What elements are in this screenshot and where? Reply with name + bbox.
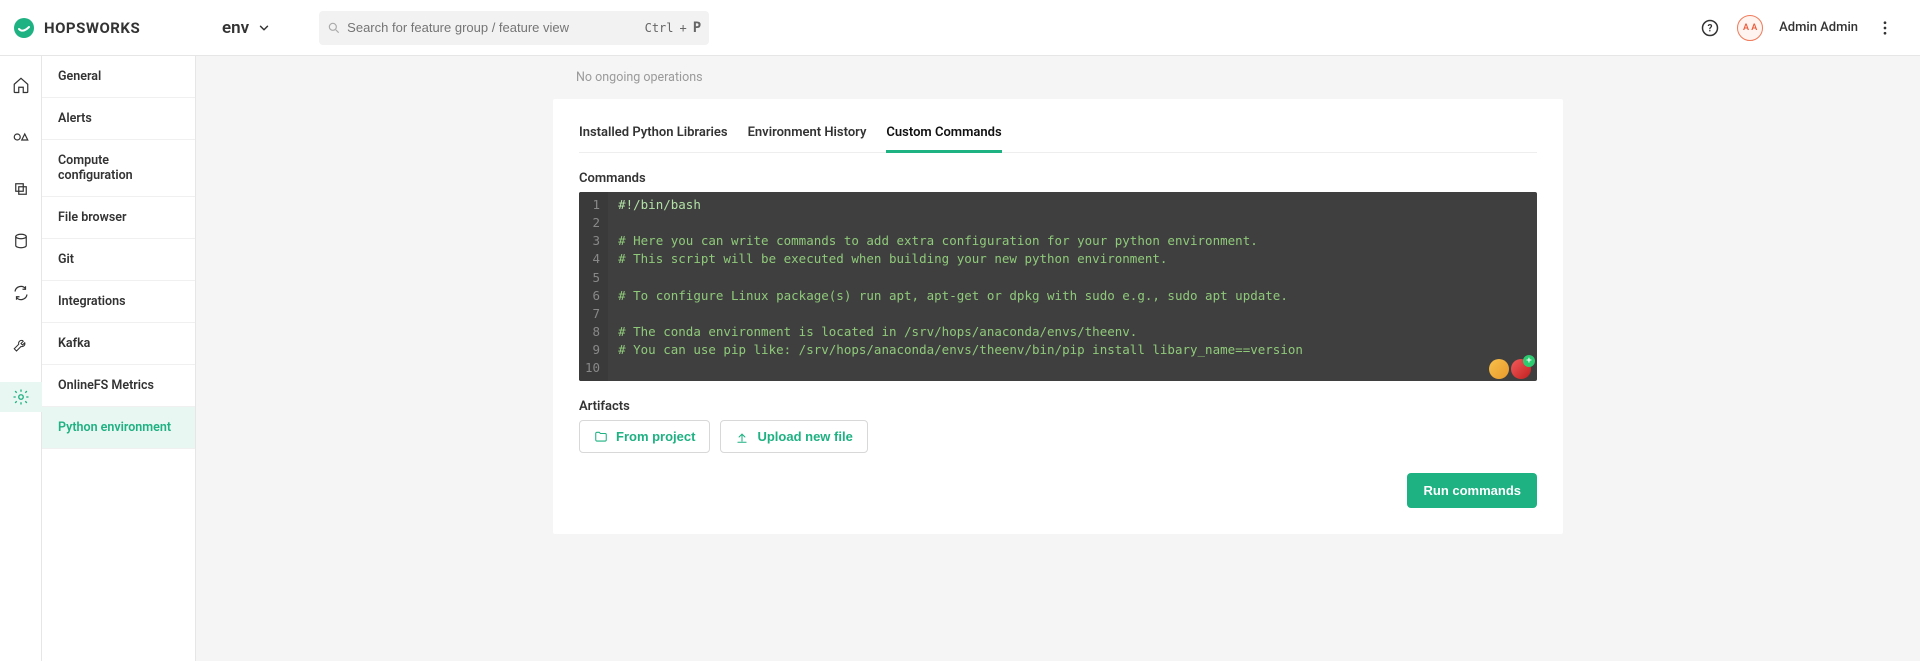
app-header: HOPSWORKS env Ctrl + P ? A A Admin Admin <box>0 0 1920 56</box>
main-content: No ongoing operations Installed Python L… <box>196 56 1920 661</box>
hopsworks-logo-icon <box>12 16 36 40</box>
help-icon[interactable]: ? <box>1699 17 1721 39</box>
sidebar-item-general[interactable]: General <box>42 56 195 98</box>
rail-database-icon[interactable] <box>0 226 42 256</box>
sidebar: General Alerts Compute configuration Fil… <box>42 56 196 661</box>
search-icon <box>327 21 341 35</box>
tabs: Installed Python Libraries Environment H… <box>579 119 1537 153</box>
rail-wrench-icon[interactable] <box>0 330 42 360</box>
sidebar-item-compute[interactable]: Compute configuration <box>42 140 195 197</box>
rail-sync-icon[interactable] <box>0 278 42 308</box>
tab-installed-libs[interactable]: Installed Python Libraries <box>579 119 728 153</box>
nav-rail <box>0 56 42 661</box>
chevron-down-icon <box>257 21 271 35</box>
rail-shapes-icon[interactable] <box>0 122 42 152</box>
rail-home-icon[interactable] <box>0 70 42 100</box>
search-box[interactable]: Ctrl + P <box>319 11 709 45</box>
search-input[interactable] <box>341 20 644 35</box>
rail-settings-icon[interactable] <box>0 382 42 412</box>
editor-presence-indicators <box>1489 359 1531 379</box>
upload-button[interactable]: Upload new file <box>720 420 867 453</box>
sidebar-item-integrations[interactable]: Integrations <box>42 281 195 323</box>
user-name: Admin Admin <box>1779 20 1858 35</box>
content-card: Installed Python Libraries Environment H… <box>553 99 1563 534</box>
folder-icon <box>594 430 608 444</box>
sidebar-item-onlinefs[interactable]: OnlineFS Metrics <box>42 365 195 407</box>
run-commands-button[interactable]: Run commands <box>1407 473 1537 508</box>
tab-env-history[interactable]: Environment History <box>748 119 867 153</box>
more-vert-icon[interactable] <box>1874 17 1896 39</box>
presence-blob-add-icon <box>1511 359 1531 379</box>
rail-copy-icon[interactable] <box>0 174 42 204</box>
artifacts-label: Artifacts <box>579 399 1537 414</box>
search-shortcut: Ctrl + P <box>645 20 702 36</box>
sidebar-item-file-browser[interactable]: File browser <box>42 197 195 239</box>
logo-area: HOPSWORKS <box>12 16 192 40</box>
brand-text: HOPSWORKS <box>44 19 140 37</box>
svg-text:?: ? <box>1708 23 1713 34</box>
sidebar-item-git[interactable]: Git <box>42 239 195 281</box>
upload-icon <box>735 430 749 444</box>
project-dropdown[interactable]: env <box>222 18 271 38</box>
project-name: env <box>222 18 249 38</box>
tab-custom-commands[interactable]: Custom Commands <box>886 119 1001 153</box>
editor-code[interactable]: #!/bin/bash # Here you can write command… <box>608 192 1537 381</box>
commands-label: Commands <box>579 171 1537 186</box>
sidebar-item-kafka[interactable]: Kafka <box>42 323 195 365</box>
sidebar-item-alerts[interactable]: Alerts <box>42 98 195 140</box>
code-editor[interactable]: 12345678910 #!/bin/bash # Here you can w… <box>579 192 1537 381</box>
header-right: ? A A Admin Admin <box>1699 15 1896 41</box>
avatar[interactable]: A A <box>1737 15 1763 41</box>
presence-blob-icon <box>1489 359 1509 379</box>
from-project-button[interactable]: From project <box>579 420 710 453</box>
status-text: No ongoing operations <box>196 56 1920 99</box>
editor-gutter: 12345678910 <box>579 192 608 381</box>
sidebar-item-python-env[interactable]: Python environment <box>42 407 195 449</box>
